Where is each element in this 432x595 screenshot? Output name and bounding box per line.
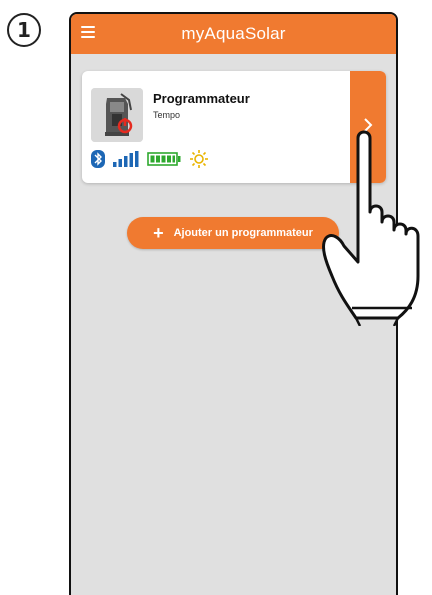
hamburger-menu-icon[interactable]	[81, 26, 95, 38]
battery-full-icon	[147, 151, 181, 171]
app-header: myAquaSolar	[71, 14, 396, 54]
chevron-right-icon	[363, 117, 373, 138]
step-number-badge: 1	[7, 13, 41, 47]
status-row	[91, 149, 217, 174]
instruction-figure: 1 myAquaSolar Programmateur Tempo + Ajou…	[0, 0, 432, 595]
plus-icon: +	[153, 223, 164, 243]
app-title: myAquaSolar	[181, 24, 286, 43]
device-image	[91, 88, 143, 142]
device-model: Tempo	[153, 110, 181, 120]
bluetooth-icon	[91, 149, 105, 173]
add-programmer-label: Ajouter un programmateur	[173, 227, 313, 239]
card-open-button[interactable]	[350, 71, 386, 183]
signal-strength-icon	[113, 150, 139, 172]
phone-screen: myAquaSolar Programmateur Tempo + Ajoute…	[69, 12, 398, 595]
device-name: Programmateur	[153, 91, 250, 106]
sun-icon	[189, 149, 209, 174]
device-card[interactable]: Programmateur Tempo	[82, 71, 386, 183]
add-programmer-button[interactable]: + Ajouter un programmateur	[127, 217, 339, 249]
